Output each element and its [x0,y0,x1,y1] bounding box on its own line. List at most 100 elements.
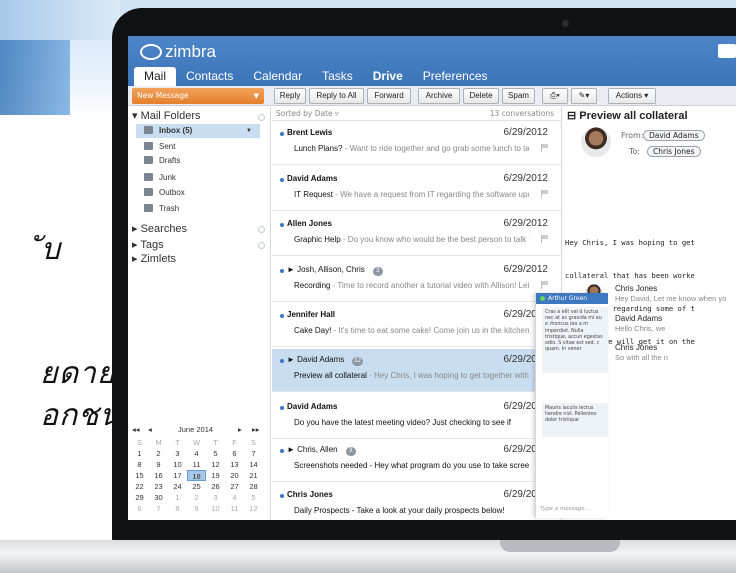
reply-all-button[interactable]: Reply to All [309,88,364,104]
delete-button[interactable]: Delete [463,88,499,104]
header-button[interactable] [718,44,736,58]
from-pill[interactable]: David Adams [643,130,705,141]
calendar-day[interactable]: 28 [244,481,263,492]
chat-input[interactable]: Type a message... [540,506,590,512]
folder-inbox[interactable]: Inbox (5) ▼ [136,124,260,138]
reply-button[interactable]: Reply [274,88,306,104]
tab-preferences[interactable]: Preferences [413,67,498,86]
calendar-day[interactable]: 22 [130,481,149,492]
calendar-day[interactable]: 3 [168,448,187,459]
chevron-down-icon[interactable]: ▼ [254,88,259,104]
sort-label[interactable]: Sorted by Date [276,109,333,118]
calendar-day[interactable]: 30 [149,492,168,503]
calendar-day[interactable]: 12 [244,503,263,514]
message-row[interactable]: ► Josh, Allison, Chris 3 6/29/2012 Recordin… [272,259,562,302]
next-month-icon[interactable]: ▸ [238,425,242,434]
archive-button[interactable]: Archive [418,88,460,104]
flag-icon[interactable] [541,190,549,198]
calendar-day[interactable]: 6 [130,503,149,514]
chevron-down-icon[interactable]: ▼ [246,124,252,138]
print-button[interactable]: ⎙▾ [542,88,568,104]
calendar-day[interactable]: 29 [130,492,149,503]
calendar-day[interactable]: 15 [130,470,149,481]
actions-button[interactable]: Actions ▾ [608,88,656,104]
spam-button[interactable]: Spam [502,88,535,104]
calendar-day[interactable]: 1 [168,492,187,503]
gear-icon[interactable] [258,242,265,249]
calendar-day[interactable]: 12 [206,459,225,470]
calendar-day[interactable]: 8 [168,503,187,514]
calendar-day[interactable]: 1 [130,448,149,459]
calendar-day[interactable]: 11 [225,503,244,514]
trash-icon [144,204,153,212]
flag-icon[interactable] [541,235,549,243]
tab-drive[interactable]: Drive [363,67,413,86]
calendar-day[interactable]: 18 [187,470,206,481]
calendar-day[interactable]: 8 [130,459,149,470]
conversation-count: 13 conversations [489,109,554,118]
message-row[interactable]: ► Chris, Allen 3 6/29/2012 Screenshots need… [272,439,562,482]
calendar-day[interactable]: 11 [187,459,206,470]
calendar-day[interactable]: 14 [244,459,263,470]
calendar-day[interactable]: 2 [187,492,206,503]
folder-trash[interactable]: Trash [144,202,268,216]
zimlets-header[interactable]: ▸ Zimlets [132,252,176,265]
calendar-day[interactable]: 5 [244,492,263,503]
calendar-day[interactable]: 21 [244,470,263,481]
message-row[interactable]: ► David Adams 12 6/29/2012 Preview all coll… [272,349,562,392]
message-row[interactable]: Allen Jones 6/29/2012 Graphic Help - Do yo… [272,213,562,256]
calendar-day[interactable]: 5 [206,448,225,459]
folder-junk[interactable]: Junk [144,171,268,185]
calendar-day[interactable]: 13 [225,459,244,470]
message-row[interactable]: David Adams 6/29/2012 Do you have the late… [272,396,562,439]
calendar-day[interactable]: 24 [168,481,187,492]
flag-icon[interactable] [541,144,549,152]
next-year-icon[interactable]: ▸▸ [252,425,260,434]
message-row[interactable]: David Adams 6/29/2012 IT Request - We have… [272,168,562,211]
calendar-day[interactable]: 3 [206,492,225,503]
gear-icon[interactable] [258,226,265,233]
calendar-day[interactable]: 6 [225,448,244,459]
calendar-day[interactable]: 7 [149,503,168,514]
folder-drafts[interactable]: Drafts [144,154,268,168]
message-row[interactable]: Chris Jones 6/29/2012 Daily Prospects - Ta… [272,484,562,520]
chat-header[interactable]: Arthur Green [536,293,608,304]
calendar-day[interactable]: 26 [206,481,225,492]
folder-outbox[interactable]: Outbox [144,186,268,200]
message-sender: Jennifer Hall [287,310,336,319]
tab-mail[interactable]: Mail [134,67,177,86]
mail-folders-header[interactable]: ▾ Mail Folders [132,109,200,122]
calendar-day[interactable]: 27 [225,481,244,492]
tag-button[interactable]: ✎▾ [571,88,597,104]
calendar-day[interactable]: 10 [206,503,225,514]
prev-year-icon[interactable]: ◂◂ [132,425,140,434]
calendar-day[interactable]: 23 [149,481,168,492]
calendar-day[interactable]: 7 [244,448,263,459]
calendar-day[interactable]: 19 [206,470,225,481]
calendar-day[interactable]: 4 [225,492,244,503]
calendar-day[interactable]: 9 [149,459,168,470]
folder-sent[interactable]: Sent [144,140,268,154]
calendar-day[interactable]: 25 [187,481,206,492]
tags-header[interactable]: ▸ Tags [132,238,164,251]
calendar-day[interactable]: 16 [149,470,168,481]
tab-contacts[interactable]: Contacts [176,67,243,86]
calendar-day[interactable]: 9 [187,503,206,514]
tab-tasks[interactable]: Tasks [312,67,363,86]
message-row[interactable]: Jennifer Hall 6/29/2012 Cake Day! - It's t… [272,304,562,347]
searches-header[interactable]: ▸ Searches [132,222,187,235]
calendar-day[interactable]: 4 [187,448,206,459]
calendar-day[interactable]: 2 [149,448,168,459]
calendar-day[interactable]: 17 [168,470,187,481]
gear-icon[interactable] [258,114,265,121]
tab-calendar[interactable]: Calendar [243,67,312,86]
forward-button[interactable]: Forward [367,88,411,104]
to-pill[interactable]: Chris Jones [647,146,701,157]
new-message-button[interactable]: New Message ▼ [132,88,264,104]
message-row[interactable]: Brent Lewis 6/29/2012 Lunch Plans? - Want … [272,122,562,165]
calendar-week: 29 30 1 2 3 4 5 [130,492,270,503]
calendar-day[interactable]: 20 [225,470,244,481]
calendar-day[interactable]: 10 [168,459,187,470]
flag-icon[interactable] [541,281,549,289]
prev-month-icon[interactable]: ◂ [148,425,152,434]
